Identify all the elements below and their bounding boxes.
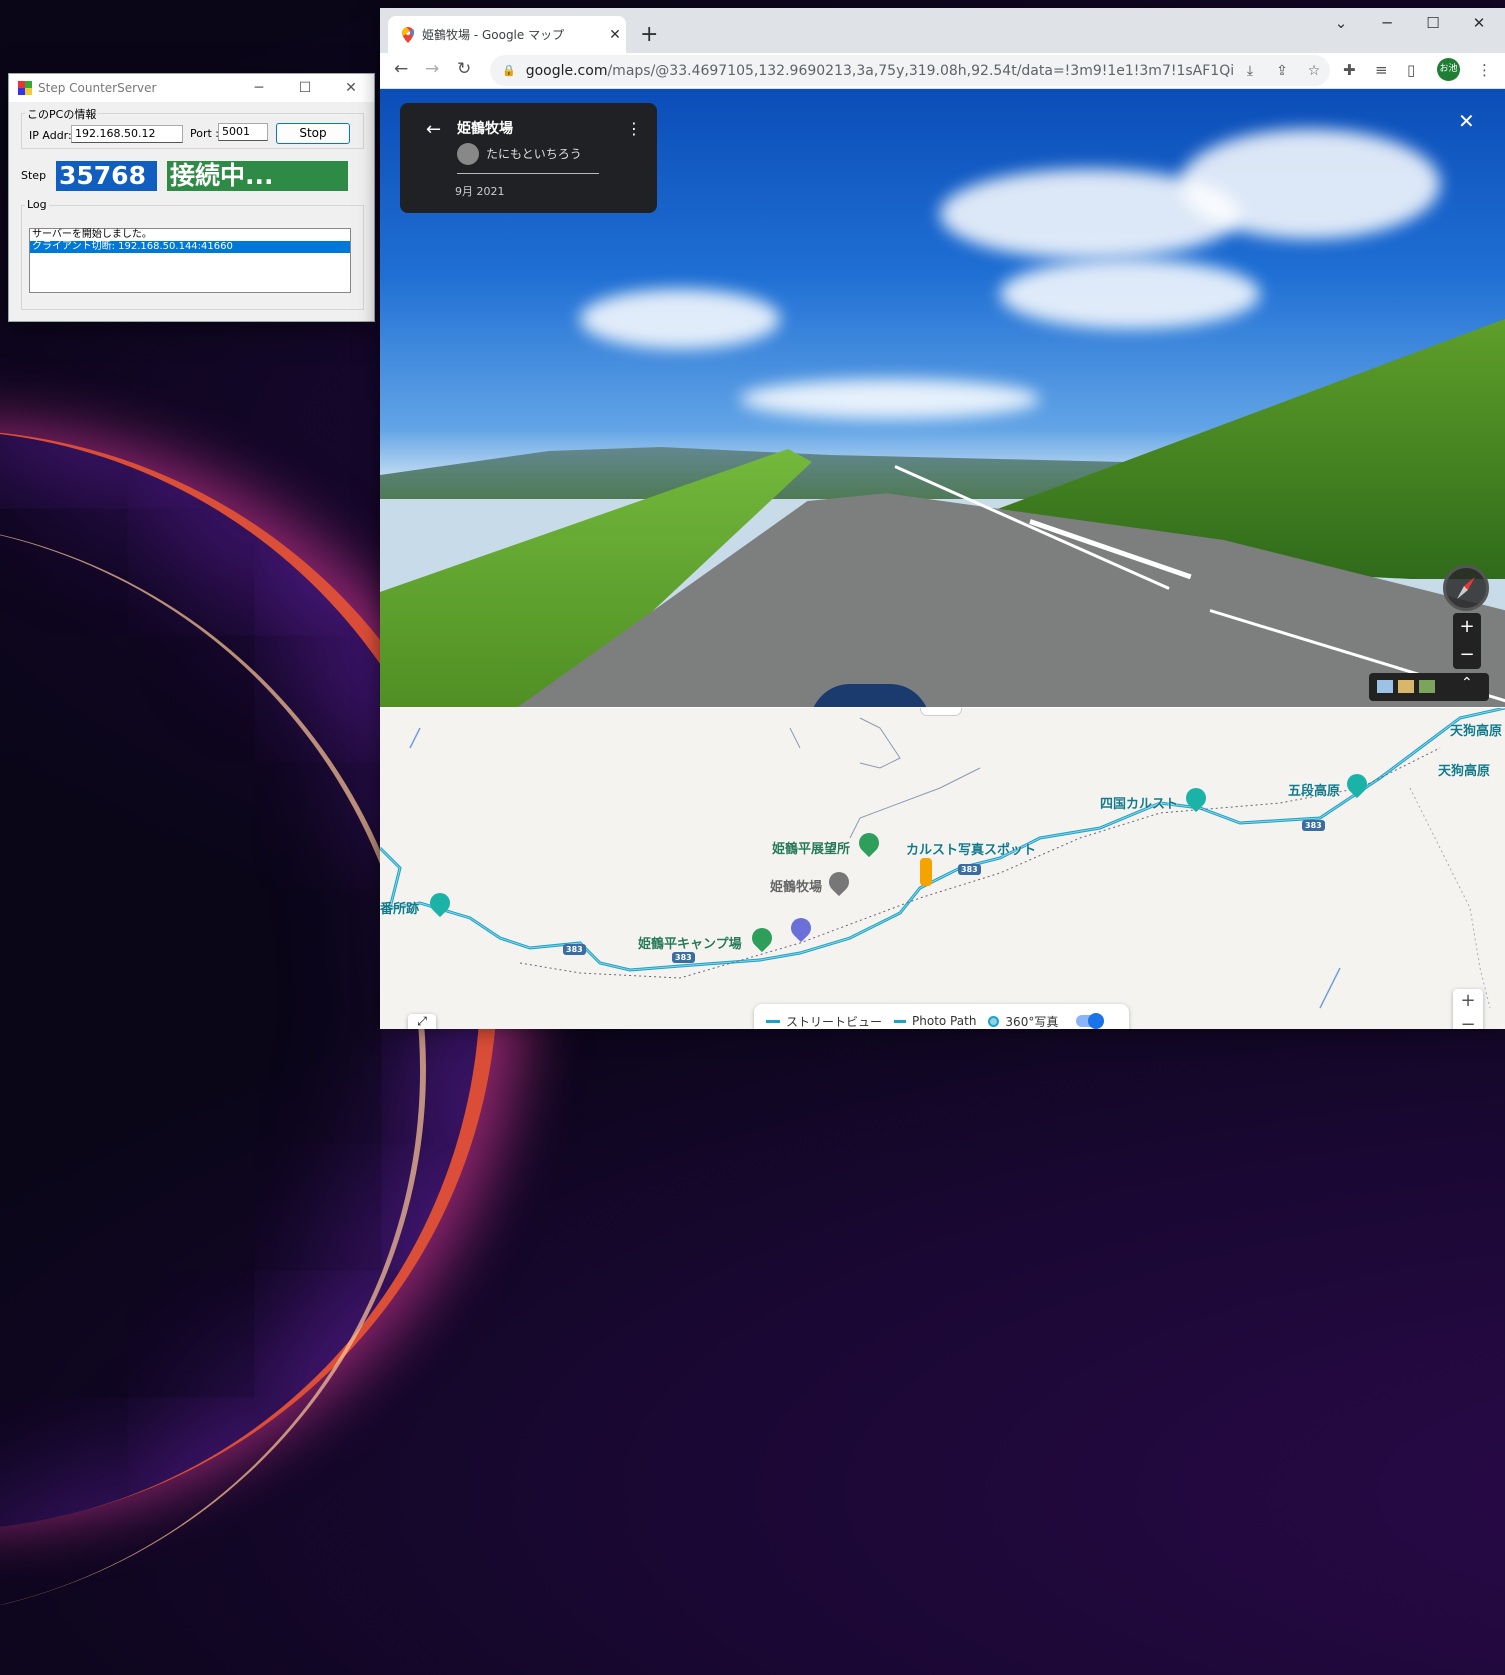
browser-window: 姫鶴牧場 - Google マップ ✕ + ⌄ ─ ☐ ✕ ← → ↻ 🔒 go…	[380, 8, 1505, 1029]
extensions-puzzle-icon[interactable]: ✚	[1343, 61, 1356, 79]
place-label-tengu-kogen[interactable]: 天狗高原	[1438, 760, 1490, 779]
contributor-underline	[457, 173, 599, 174]
step-counter-window: Step CounterServer ─ ☐ ✕ このPCの情報 IP Addr…	[8, 73, 375, 322]
place-label-guard-house[interactable]: 番所跡	[380, 898, 419, 917]
zoom-in-icon[interactable]: +	[1453, 989, 1483, 1013]
zoom-in-icon[interactable]: +	[1453, 613, 1481, 641]
media-control-icon[interactable]: ≡	[1375, 61, 1388, 79]
legend-label: 360°写真	[1005, 1014, 1059, 1029]
url-text[interactable]: google.com/maps/@33.4697105,132.9690213,…	[526, 63, 1234, 79]
log-list[interactable]: サーバーを開始しました。 クライアント切断: 192.168.50.144:41…	[29, 228, 351, 293]
tab-search-chevron-down-icon[interactable]: ⌄	[1321, 14, 1361, 32]
close-icon[interactable]: ✕	[1459, 14, 1499, 32]
step-count-display: 35768	[56, 161, 157, 191]
map-zoom-control: + −	[1453, 989, 1483, 1029]
ip-field[interactable]: 192.168.50.12	[71, 125, 183, 143]
street-view-layer-toggle[interactable]	[1076, 1013, 1105, 1029]
close-street-view-icon[interactable]: ✕	[1458, 109, 1475, 133]
list-item[interactable]: サーバーを開始しました。	[30, 229, 350, 241]
map-roads	[380, 708, 1505, 1009]
zoom-out-icon[interactable]: −	[1453, 641, 1481, 669]
stop-button[interactable]: Stop	[276, 123, 350, 144]
list-item-selected[interactable]: クライアント切断: 192.168.50.144:41660	[30, 241, 350, 253]
compass-icon[interactable]	[1443, 565, 1489, 611]
tab-close-icon[interactable]: ✕	[604, 27, 626, 43]
port-field[interactable]: 5001	[218, 123, 268, 141]
pegman-icon[interactable]	[920, 858, 932, 886]
route-shield: 383	[672, 952, 695, 963]
map-layer-legend: ストリートビュー Photo Path 360°写真	[754, 1004, 1129, 1029]
thumbnail[interactable]	[1398, 680, 1414, 693]
photo-path-dashed-icon	[894, 1019, 907, 1023]
route-shield: 383	[958, 864, 981, 875]
close-icon[interactable]: ✕	[328, 80, 374, 96]
install-app-icon[interactable]: ⤓	[1234, 63, 1266, 79]
app-icon	[18, 81, 32, 95]
url-path: /maps/@33.4697105,132.9690213,3a,75y,319…	[607, 62, 1234, 79]
pc-info-group-label: このPCの情報	[25, 106, 99, 122]
place-label-gotan-kogen[interactable]: 五段高原	[1288, 780, 1340, 799]
more-options-icon[interactable]: ⋮	[626, 119, 642, 138]
street-view-panorama[interactable]: ← 姫鶴牧場 ⋮ たにもといちろう 9月 2021 ✕ + − ⌃	[380, 89, 1505, 707]
reload-icon[interactable]: ↻	[457, 59, 471, 79]
address-bar[interactable]: 🔒 google.com/maps/@33.4697105,132.969021…	[490, 55, 1330, 86]
legend-street-view: ストリートビュー	[766, 1013, 882, 1030]
thumbnail[interactable]	[1377, 680, 1393, 693]
legend-360-photo: 360°写真	[988, 1013, 1058, 1030]
title-bar: Step CounterServer ─ ☐ ✕	[9, 74, 374, 102]
fullscreen-icon[interactable]: ⤢	[408, 1014, 436, 1029]
legend-label: Photo Path	[912, 1014, 977, 1028]
contributor-name[interactable]: たにもといちろう	[486, 145, 582, 162]
place-name[interactable]: 姫鶴牧場	[457, 118, 513, 138]
share-icon[interactable]: ⇪	[1266, 63, 1298, 79]
tab-strip: 姫鶴牧場 - Google マップ ✕ + ⌄ ─ ☐ ✕	[380, 8, 1505, 53]
map-panel[interactable]: ═ 天狗高原 天狗高原 五段高原 四国カルスト カルスト写真スポット 姫鶴平展望…	[380, 708, 1505, 1029]
log-group-label: Log	[25, 198, 49, 211]
place-info-card: ← 姫鶴牧場 ⋮ たにもといちろう 9月 2021	[400, 103, 657, 213]
port-label: Port :	[190, 127, 220, 140]
step-label: Step	[21, 169, 47, 182]
url-host: google.com	[525, 62, 608, 79]
bookmark-star-icon[interactable]: ☆	[1298, 63, 1330, 79]
lock-icon[interactable]: 🔒	[502, 64, 516, 77]
browser-toolbar: ← → ↻ 🔒 google.com/maps/@33.4697105,132.…	[380, 53, 1505, 89]
street-view-zoom-control: + −	[1453, 613, 1481, 669]
legend-photo-path: Photo Path	[894, 1014, 976, 1028]
maximize-icon[interactable]: ☐	[282, 80, 328, 96]
new-tab-icon[interactable]: +	[640, 22, 658, 47]
thumbnail[interactable]	[1419, 680, 1435, 693]
street-view-line-icon	[766, 1019, 780, 1023]
connection-status-display: 接続中...	[167, 161, 348, 191]
contributor-avatar[interactable]	[457, 143, 479, 165]
chevron-up-icon[interactable]: ⌃	[1461, 675, 1477, 691]
photo-thumbnails-strip[interactable]: ⌃	[1369, 673, 1489, 701]
maximize-icon[interactable]: ☐	[1413, 14, 1453, 32]
forward-arrow-icon[interactable]: →	[425, 59, 439, 79]
place-label-himetsuru-camp[interactable]: 姫鶴平キャンプ場	[638, 933, 742, 952]
tab-google-maps[interactable]: 姫鶴牧場 - Google マップ ✕	[388, 16, 626, 53]
google-maps-favicon-icon	[402, 26, 414, 43]
place-label-karst-photo-spot[interactable]: カルスト写真スポット	[906, 839, 1036, 858]
zoom-out-icon[interactable]: −	[1453, 1013, 1483, 1029]
profile-avatar[interactable]: お池	[1437, 58, 1460, 81]
back-arrow-icon[interactable]: ←	[426, 119, 441, 140]
back-arrow-icon[interactable]: ←	[394, 59, 408, 79]
capture-date: 9月 2021	[455, 185, 505, 198]
ip-label: IP Addr:	[29, 129, 72, 142]
place-label-shikoku-karst[interactable]: 四国カルスト	[1100, 793, 1178, 812]
minimize-icon[interactable]: ─	[1367, 14, 1407, 32]
legend-label: ストリートビュー	[786, 1014, 883, 1029]
route-shield: 383	[563, 944, 586, 955]
place-label-himetsuru-ranch[interactable]: 姫鶴牧場	[770, 876, 822, 895]
minimize-icon[interactable]: ─	[236, 80, 282, 96]
window-title: Step CounterServer	[38, 81, 157, 95]
place-label-himetsuru-observatory[interactable]: 姫鶴平展望所	[772, 838, 850, 857]
menu-kebab-icon[interactable]: ⋮	[1477, 61, 1492, 79]
place-label-tengu-kogen[interactable]: 天狗高原	[1450, 720, 1502, 739]
photo-360-circle-icon	[988, 1015, 1000, 1027]
route-shield: 383	[1302, 820, 1325, 831]
side-panel-icon[interactable]: ▯	[1407, 61, 1415, 79]
tab-title: 姫鶴牧場 - Google マップ	[422, 28, 565, 42]
